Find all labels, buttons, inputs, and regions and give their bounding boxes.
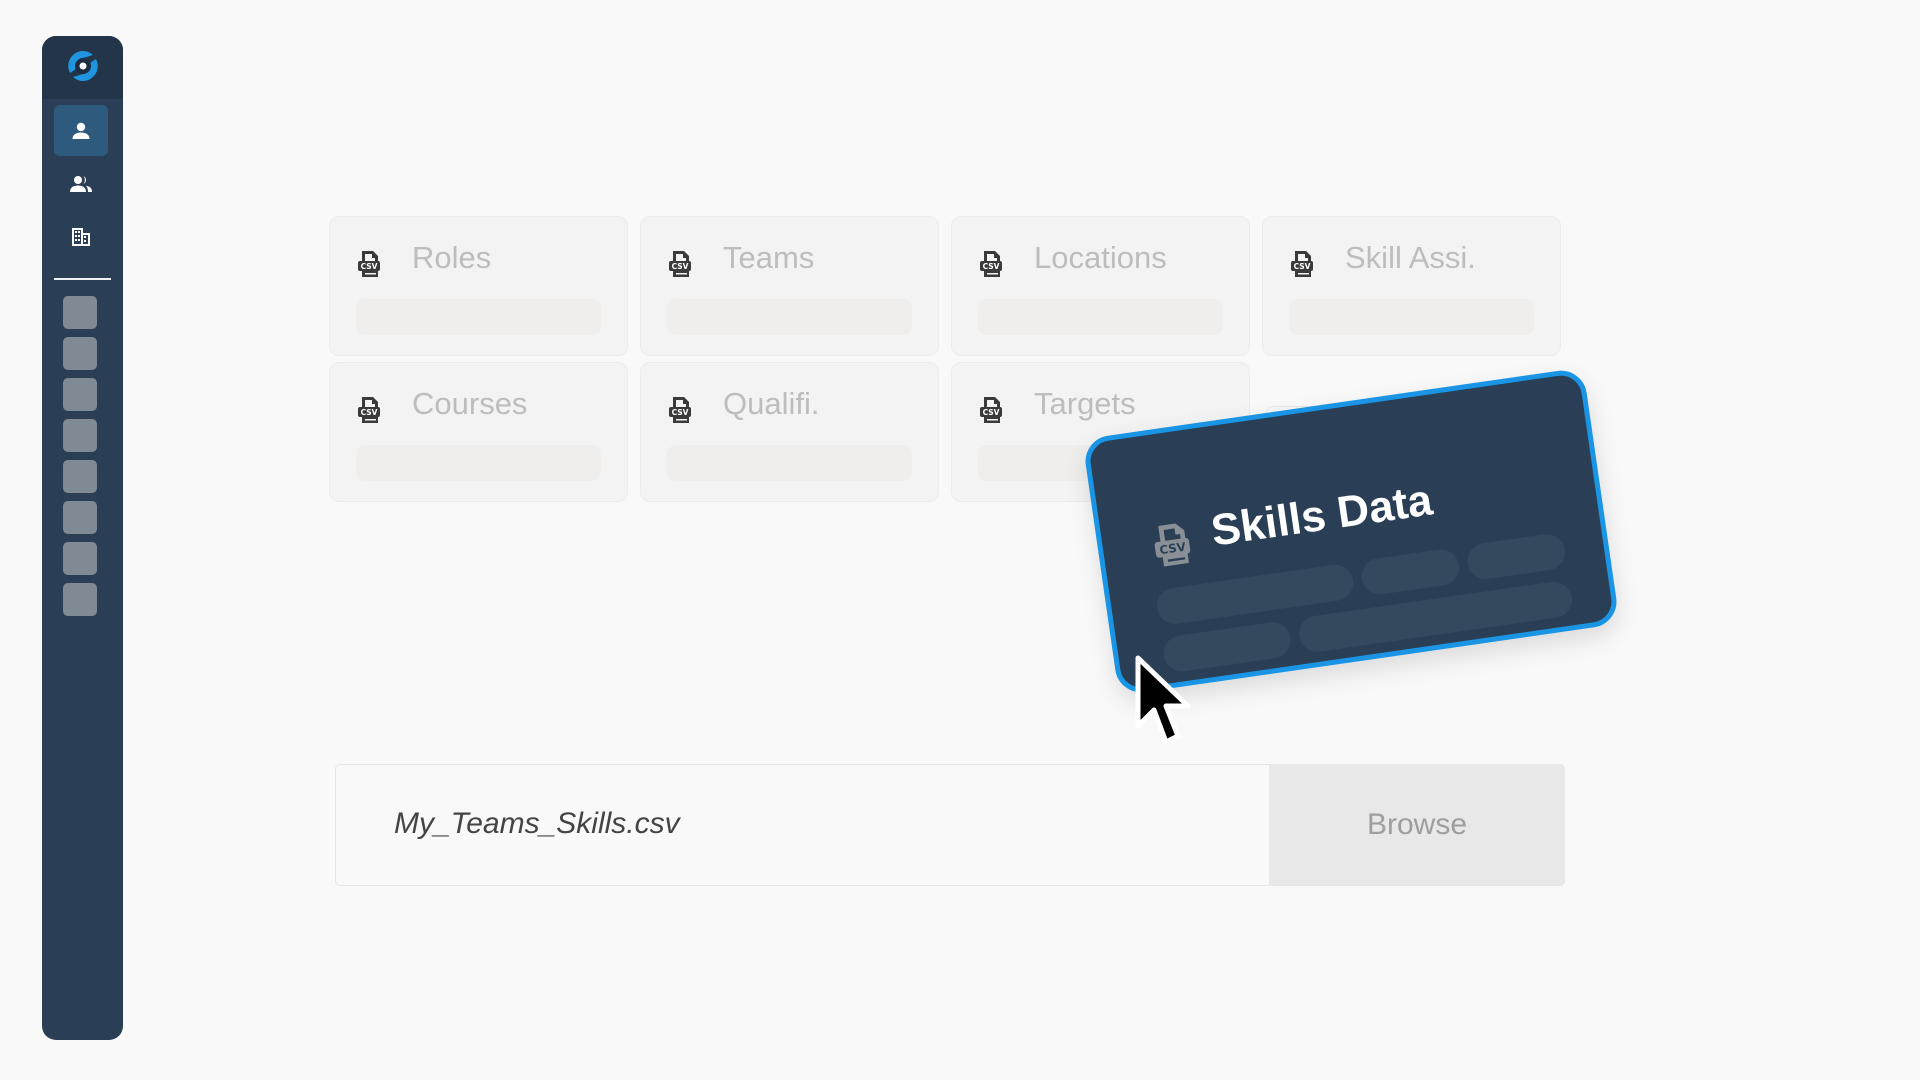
csv-file-icon: CSV [980, 251, 1002, 277]
dragged-card-placeholder [1359, 547, 1462, 597]
svg-text:CSV: CSV [672, 408, 689, 417]
svg-text:CSV: CSV [983, 262, 1000, 271]
import-card-label: Qualifi. [723, 386, 820, 421]
dragged-card-placeholder [1465, 531, 1568, 582]
svg-text:CSV: CSV [983, 408, 1000, 417]
csv-file-icon: CSV [1291, 251, 1313, 277]
csv-file-icon: CSV [358, 397, 380, 423]
person-icon [72, 122, 90, 139]
sidebar-placeholder-item[interactable] [63, 419, 97, 452]
svg-text:CSV: CSV [361, 262, 378, 271]
sidebar-placeholder-item[interactable] [63, 501, 97, 534]
import-card-skill-assignments[interactable]: CSV Skill Assi. [1262, 216, 1561, 356]
file-upload-field[interactable]: My_Teams_Skills.csv Browse [335, 764, 1565, 886]
sidebar-placeholder-item[interactable] [63, 378, 97, 411]
import-card-label: Courses [412, 386, 528, 421]
sidebar-placeholder-item[interactable] [63, 296, 97, 329]
building-icon [72, 227, 90, 246]
csv-file-icon: CSV [669, 397, 691, 423]
import-card-label: Locations [1034, 240, 1167, 275]
csv-file-icon: CSV [1154, 523, 1191, 567]
import-card-label: Targets [1034, 386, 1136, 421]
import-card-label: Teams [723, 240, 815, 275]
csv-file-icon: CSV [358, 251, 380, 277]
dragged-card-title: Skills Data [1208, 475, 1436, 556]
import-card-placeholder [1289, 299, 1534, 335]
sidebar-placeholder-item[interactable] [63, 583, 97, 616]
csv-file-icon: CSV [669, 251, 691, 277]
nav-item-teams[interactable] [54, 158, 108, 209]
import-card-placeholder [667, 299, 912, 335]
svg-text:CSV: CSV [672, 262, 689, 271]
nav-item-organization[interactable] [54, 211, 108, 262]
import-card-roles[interactable]: CSV Roles [329, 216, 628, 356]
import-card-courses[interactable]: CSV Courses [329, 362, 628, 502]
import-card-qualifications[interactable]: CSV Qualifi. [640, 362, 939, 502]
import-card-placeholder [356, 445, 601, 481]
sidebar-header [42, 36, 123, 99]
import-card-placeholder [978, 299, 1223, 335]
csv-file-icon: CSV [980, 397, 1002, 423]
browse-button[interactable]: Browse [1269, 764, 1565, 886]
app-logo-icon[interactable] [66, 49, 100, 83]
import-card-placeholder [667, 445, 912, 481]
nav-item-user[interactable] [54, 105, 108, 156]
svg-text:CSV: CSV [361, 408, 378, 417]
sidebar [42, 36, 123, 1040]
import-card-placeholder [356, 299, 601, 335]
sidebar-divider [54, 278, 111, 280]
sidebar-placeholder-item[interactable] [63, 460, 97, 493]
people-icon [70, 175, 92, 192]
import-card-locations[interactable]: CSV Locations [951, 216, 1250, 356]
selected-file-name: My_Teams_Skills.csv [394, 807, 680, 840]
mouse-cursor-icon [1135, 655, 1191, 745]
svg-text:CSV: CSV [1294, 262, 1311, 271]
sidebar-placeholder-item[interactable] [63, 337, 97, 370]
import-card-label: Skill Assi. [1345, 240, 1476, 275]
import-card-label: Roles [412, 240, 492, 275]
sidebar-placeholder-item[interactable] [63, 542, 97, 575]
import-card-teams[interactable]: CSV Teams [640, 216, 939, 356]
